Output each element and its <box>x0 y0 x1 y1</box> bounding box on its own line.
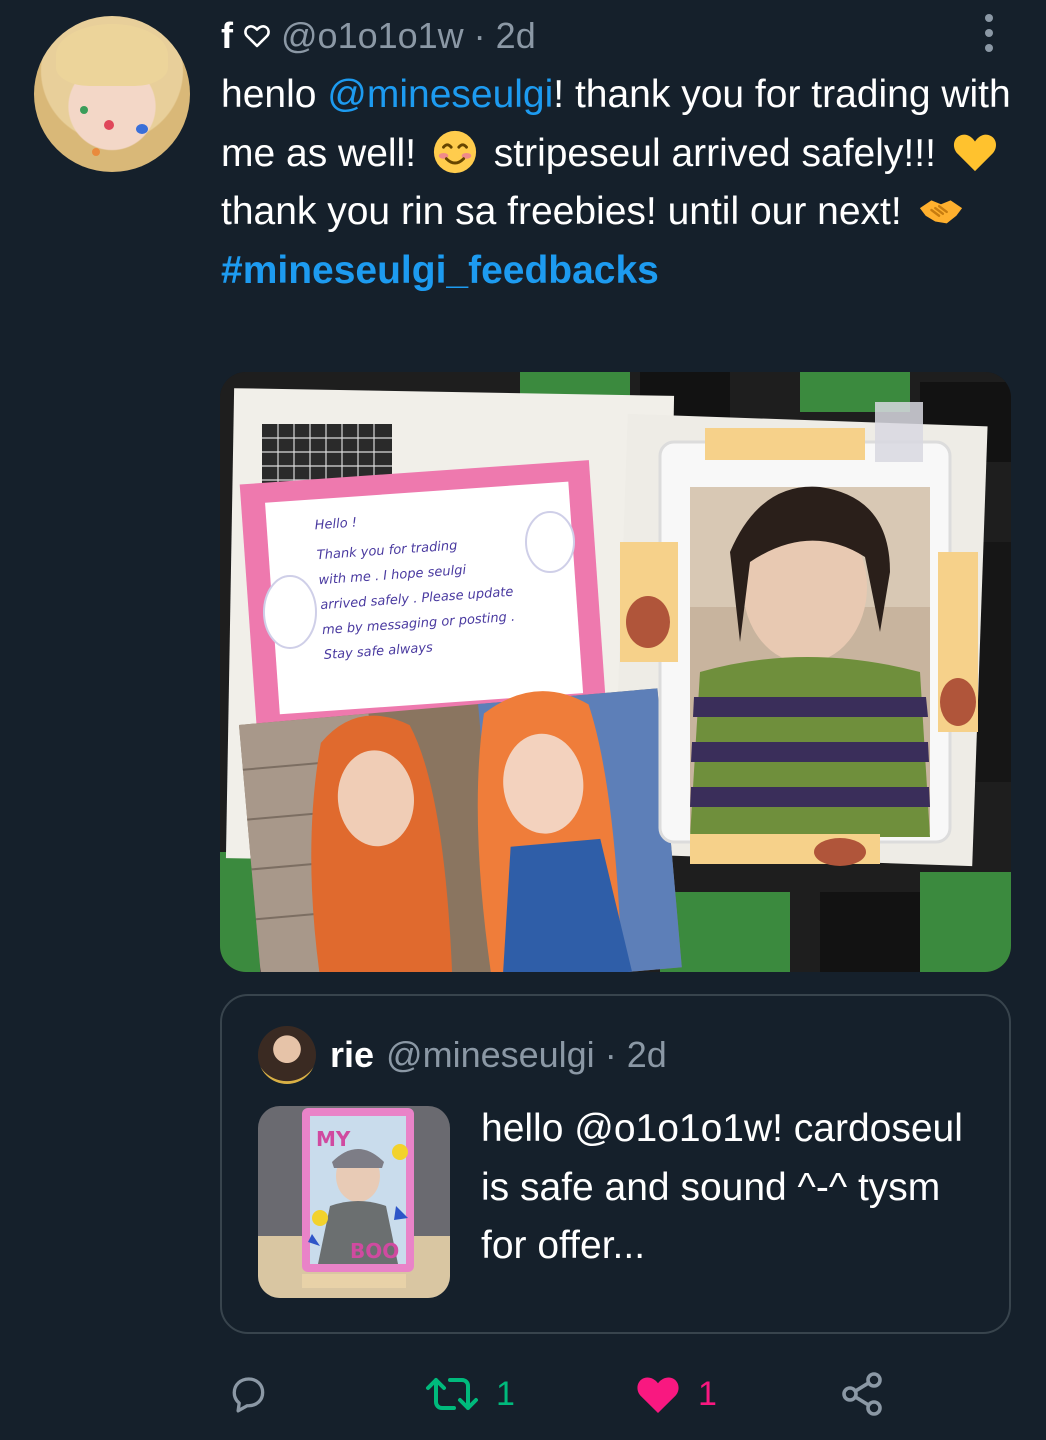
tweet-header: f @o1o1o1w · 2d <box>221 14 536 58</box>
more-dot <box>985 44 993 52</box>
quoted-author-handle[interactable]: @mineseulgi <box>386 1034 595 1076</box>
retweet-count: 1 <box>496 1374 515 1413</box>
author-avatar[interactable] <box>34 16 190 172</box>
thumbnail-sticker-text: BOO <box>350 1239 399 1263</box>
tweet-text-segment: stripeseul arrived safely!!! <box>482 131 947 175</box>
separator-dot: · <box>473 15 486 56</box>
quoted-author-name[interactable]: rie <box>330 1034 374 1076</box>
tweet[interactable]: f @o1o1o1w · 2d henlo @mineseulgi! thank… <box>0 0 1046 1440</box>
separator-dot: · <box>604 1034 617 1075</box>
avatar-hair <box>56 24 168 86</box>
retweet-icon <box>426 1378 478 1410</box>
quoted-tweet-header: rie @mineseulgi · 2d <box>258 1026 667 1084</box>
share-button[interactable] <box>838 1362 886 1426</box>
note-line: Hello ! <box>314 515 357 533</box>
avatar-sticker <box>92 148 100 156</box>
thumbnail-illustration: MY BOO <box>258 1106 450 1298</box>
like-count: 1 <box>698 1374 717 1413</box>
mention-link[interactable]: @mineseulgi <box>327 73 553 116</box>
author-handle[interactable]: @o1o1o1w <box>281 15 464 57</box>
tweet-action-bar: 1 1 <box>0 1362 1046 1426</box>
retweet-button[interactable]: 1 <box>424 1362 515 1426</box>
author-name[interactable]: f <box>221 15 233 57</box>
tweet-photo[interactable]: Hello ! Thank you for trading with me . … <box>220 372 1011 972</box>
tweet-text-segment: henlo <box>221 73 328 116</box>
avatar-sticker <box>136 124 148 134</box>
more-dot <box>985 14 993 22</box>
heart-filled-icon <box>637 1377 679 1413</box>
reply-button[interactable] <box>226 1362 286 1426</box>
quoted-author-avatar[interactable] <box>258 1026 316 1084</box>
quoted-tweet-thumbnail[interactable]: MY BOO <box>258 1106 450 1298</box>
hashtag-link[interactable]: #mineseulgi_feedbacks <box>221 249 659 292</box>
more-dot <box>985 29 993 37</box>
handshake-emoji-icon <box>919 200 962 224</box>
tweet-text-segment: thank you rin sa freebies! until our nex… <box>221 190 913 233</box>
tweet-text: henlo @mineseulgi! thank you for trading… <box>221 66 1021 300</box>
quoted-tweet-timestamp[interactable]: 2d <box>627 1034 667 1076</box>
heart-outline-icon <box>244 25 270 48</box>
share-icon <box>842 1372 882 1416</box>
avatar-sticker <box>104 120 114 130</box>
photo-illustration: Hello ! Thank you for trading with me . … <box>220 372 1011 972</box>
tweet-timestamp[interactable]: 2d <box>496 15 536 57</box>
reply-icon <box>232 1377 265 1413</box>
smiling-face-emoji-icon <box>433 130 476 173</box>
yellow-heart-emoji-icon <box>953 134 996 171</box>
like-button[interactable]: 1 <box>634 1362 717 1426</box>
quoted-tweet[interactable]: rie @mineseulgi · 2d MY BOO hello @o1o1o… <box>220 994 1011 1334</box>
avatar-sticker <box>80 106 88 114</box>
more-options-icon[interactable] <box>978 14 1000 52</box>
quoted-tweet-text: hello @o1o1o1w! cardoseul is safe and so… <box>481 1107 963 1267</box>
thumbnail-sticker-text: MY <box>316 1127 351 1151</box>
